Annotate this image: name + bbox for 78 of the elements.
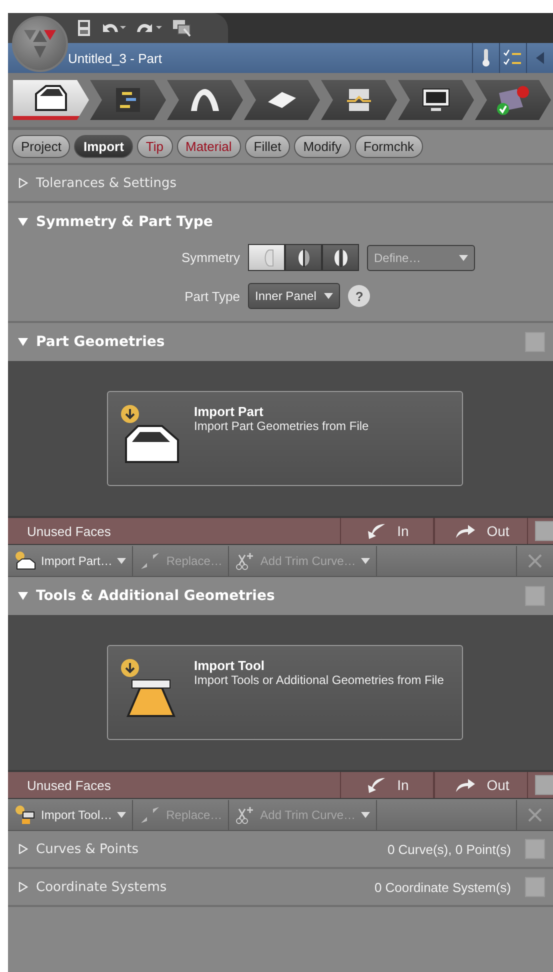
- arrow-in-icon: [365, 776, 388, 794]
- toolbar-button[interactable]: Import Part…: [8, 546, 134, 576]
- checkbox[interactable]: [535, 775, 553, 795]
- import-card[interactable]: Import Part Import Part Geometries from File: [107, 391, 463, 486]
- left-triangle-icon: [536, 52, 544, 64]
- curved-surface-icon: [189, 87, 221, 113]
- in-button[interactable]: In: [340, 772, 434, 798]
- import-part-icon: [14, 550, 36, 570]
- card-description: Import Tools or Additional Geometries from File: [194, 673, 444, 687]
- window-title: Untitled_3 - Part: [67, 50, 163, 66]
- collapsed-triangle-icon[interactable]: [18, 844, 28, 854]
- help-button[interactable]: ?: [348, 285, 370, 307]
- checkbox[interactable]: [535, 521, 553, 541]
- sheet-icon: [266, 90, 298, 110]
- close-icon: [528, 808, 542, 822]
- card-description: Import Part Geometries from File: [194, 419, 370, 433]
- card-title: Import Tool: [194, 658, 266, 673]
- expanded-triangle-icon[interactable]: [18, 337, 28, 347]
- scissors-plus-icon: [235, 550, 256, 570]
- pill-tab[interactable]: Import: [74, 135, 133, 158]
- pill-tab[interactable]: Fillet: [244, 135, 290, 158]
- checkbox[interactable]: [525, 586, 545, 606]
- pill-tab[interactable]: Modify: [294, 135, 350, 158]
- import-card[interactable]: Import Tool Import Tools or Additional Geometries from File: [107, 645, 463, 740]
- section-title: Coordinate Systems: [36, 880, 168, 894]
- field-label: Part Type: [184, 288, 240, 304]
- unused-faces-label: Unused Faces: [26, 524, 112, 538]
- out-button[interactable]: Out: [434, 518, 528, 544]
- workflow-step-tab[interactable]: [13, 80, 89, 120]
- pill-tab[interactable]: Formchk: [354, 135, 424, 158]
- symmetry-option[interactable]: [248, 244, 285, 271]
- section-title: Part Geometries: [36, 334, 166, 350]
- save-icon[interactable]: [78, 20, 90, 36]
- expanded-triangle-icon[interactable]: [18, 217, 28, 227]
- import-tool-icon: [14, 804, 36, 824]
- section-title: Tolerances & Settings: [36, 176, 178, 190]
- dropdown-caret-icon: [324, 293, 334, 299]
- scissors-plus-icon: [235, 804, 256, 824]
- collapsed-triangle-icon[interactable]: [18, 882, 28, 892]
- section-title: Curves & Points: [36, 842, 140, 856]
- part-type-dropdown[interactable]: Inner Panel: [248, 283, 340, 309]
- checkbox[interactable]: [525, 332, 545, 352]
- workflow-step-tab[interactable]: [244, 80, 320, 120]
- workflow-step-tab[interactable]: [321, 80, 397, 120]
- dropdown-caret-icon: [459, 254, 468, 260]
- arrow-in-icon: [365, 522, 388, 540]
- field-label: Symmetry: [182, 250, 240, 265]
- pill-tab[interactable]: Tip: [136, 135, 172, 158]
- import-part-icon: [118, 404, 180, 466]
- out-button[interactable]: Out: [434, 772, 528, 798]
- windows-icon[interactable]: [172, 19, 192, 37]
- in-button[interactable]: In: [340, 518, 434, 544]
- checklist-icon: [503, 49, 523, 67]
- section-summary: 0 Curve(s), 0 Point(s): [387, 842, 511, 856]
- pill-tab[interactable]: Project: [12, 135, 70, 158]
- symmetry-option[interactable]: [285, 244, 322, 271]
- section-title: Tools & Additional Geometries: [36, 588, 276, 604]
- close-icon: [528, 554, 542, 568]
- collapsed-triangle-icon[interactable]: [18, 178, 28, 188]
- section-summary: 0 Coordinate System(s): [374, 880, 511, 894]
- plan-icon: [114, 86, 142, 114]
- door-panel-icon: [34, 84, 68, 112]
- workflow-step-tab[interactable]: [167, 80, 243, 120]
- section-title: Symmetry & Part Type: [36, 214, 214, 230]
- pill-tab[interactable]: Material: [176, 135, 241, 158]
- unused-faces-label: Unused Faces: [26, 778, 112, 792]
- expanded-triangle-icon[interactable]: [18, 591, 28, 601]
- toolbar-button[interactable]: Import Tool…: [8, 800, 134, 830]
- thermometer-icon: [482, 49, 490, 67]
- check-surface-icon: [495, 85, 531, 115]
- symmetry-option[interactable]: [322, 244, 359, 271]
- workflow-step-tab[interactable]: [398, 80, 474, 120]
- checkbox[interactable]: [525, 839, 545, 859]
- checkbox[interactable]: [525, 877, 545, 897]
- triangles-logo-icon: [23, 28, 57, 60]
- monitor-icon: [421, 87, 451, 113]
- die-tool-icon: [345, 87, 373, 113]
- card-title: Import Part: [194, 404, 264, 419]
